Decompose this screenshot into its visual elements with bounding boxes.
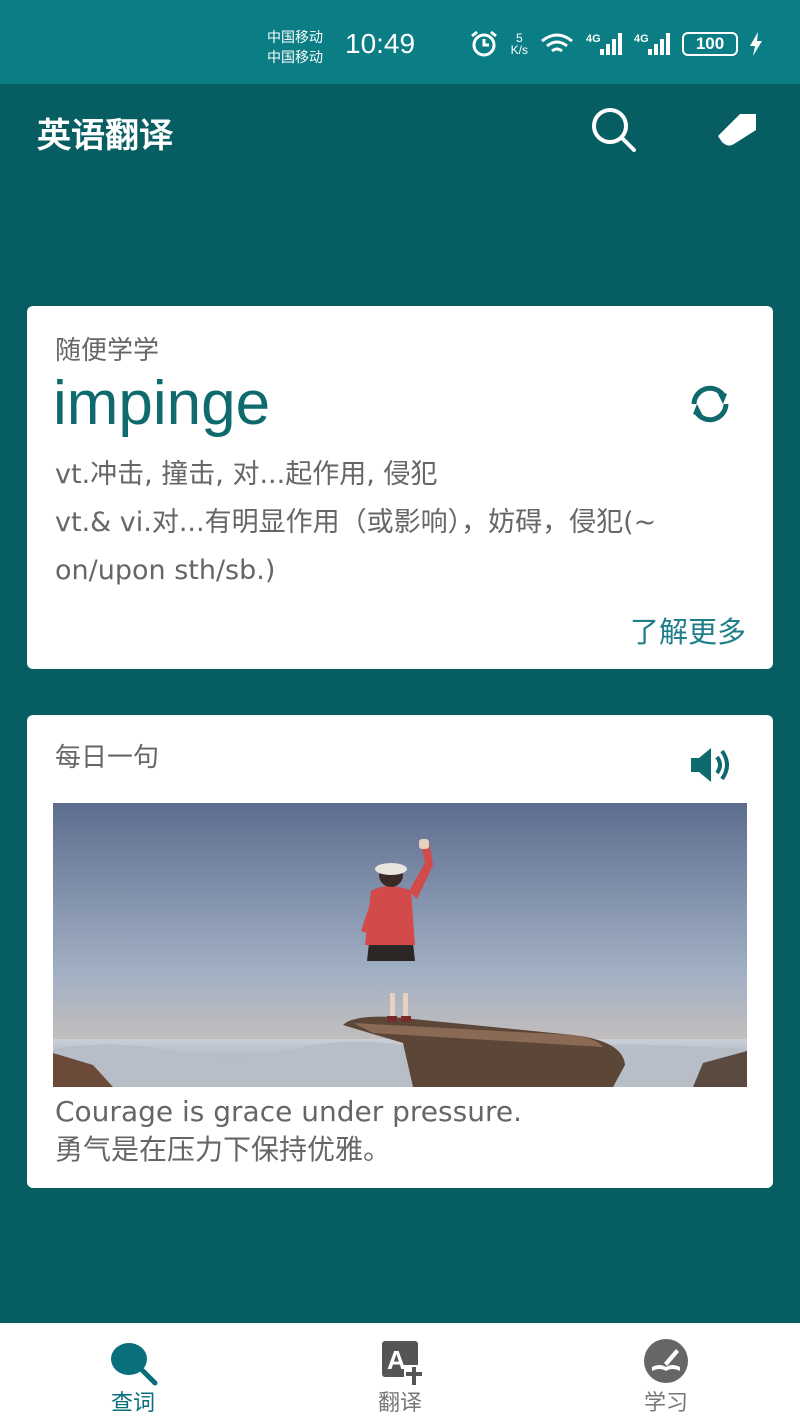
alarm-icon	[469, 30, 499, 58]
charging-icon	[750, 32, 762, 56]
signal-1-icon: 4G	[586, 31, 622, 57]
nav-label: 学习	[643, 1391, 688, 1416]
random-word-card: 随便学学 impinge vt.冲击, 撞击, 对...起作用, 侵犯 vt.&…	[27, 306, 773, 669]
card-label: 每日一句	[55, 743, 160, 773]
nav-label: 翻译	[377, 1391, 422, 1416]
word-definitions: vt.冲击, 撞击, 对...起作用, 侵犯 vt.& vi.对...有明显作用…	[55, 451, 745, 595]
net-speed: 5 K/s	[510, 31, 528, 57]
svg-text:4G: 4G	[586, 33, 601, 45]
sentence-chinese: 勇气是在压力下保持优雅。	[55, 1133, 392, 1166]
carrier-1: 中国移动	[267, 30, 323, 46]
status-bar: 中国移动 中国移动 10:49 5 K/s 4G 4G 100	[0, 0, 800, 84]
clock: 10:49	[345, 28, 416, 59]
carrier-info: 中国移动 中国移动	[267, 28, 323, 68]
app-title: 英语翻译	[37, 116, 173, 156]
study-icon	[644, 1339, 688, 1383]
nav-item-study[interactable]: 学习	[606, 1323, 726, 1423]
learn-more-link[interactable]: 了解更多	[630, 609, 746, 651]
daily-photo	[53, 803, 747, 1087]
status-icons: 5 K/s 4G 4G 100	[469, 30, 762, 58]
nav-label: 查词	[110, 1391, 155, 1416]
translate-icon: A	[382, 1341, 424, 1385]
wifi-icon	[540, 32, 574, 56]
battery-indicator: 100	[682, 32, 738, 56]
tag-button[interactable]	[714, 108, 760, 150]
search-word-icon	[111, 1343, 158, 1386]
search-icon	[592, 108, 636, 152]
definition-item: vt.& vi.对...有明显作用（或影响），妨碍，侵犯(~ on/upon s…	[55, 507, 657, 586]
play-audio-button[interactable]	[687, 745, 733, 785]
signal-2-icon: 4G	[634, 31, 670, 57]
tag-icon	[718, 114, 756, 146]
nav-item-translate[interactable]: A 翻译	[340, 1323, 460, 1423]
svg-text:4G: 4G	[634, 33, 649, 45]
daily-sentence: Courage is grace under pressure. 勇气是在压力下…	[55, 1093, 522, 1169]
sentence-english: Courage is grace under pressure.	[55, 1095, 522, 1128]
app-bar: 英语翻译	[0, 84, 800, 176]
refresh-button[interactable]	[685, 382, 735, 426]
daily-sentence-card: 每日一句 Courage is grace under pressure. 勇气…	[27, 715, 773, 1188]
search-button[interactable]	[588, 106, 638, 154]
svg-text:A: A	[387, 1345, 406, 1375]
refresh-icon	[691, 385, 729, 423]
speaker-icon	[691, 748, 729, 782]
definition-item: vt.冲击, 撞击, 对...起作用, 侵犯	[55, 459, 438, 490]
card-label: 随便学学	[55, 336, 160, 366]
bottom-navigation: 查词 A 翻译 学习	[0, 1323, 800, 1423]
nav-item-query[interactable]: 查词	[73, 1323, 193, 1423]
carrier-2: 中国移动	[267, 50, 323, 66]
word-headword[interactable]: impinge	[53, 368, 270, 439]
